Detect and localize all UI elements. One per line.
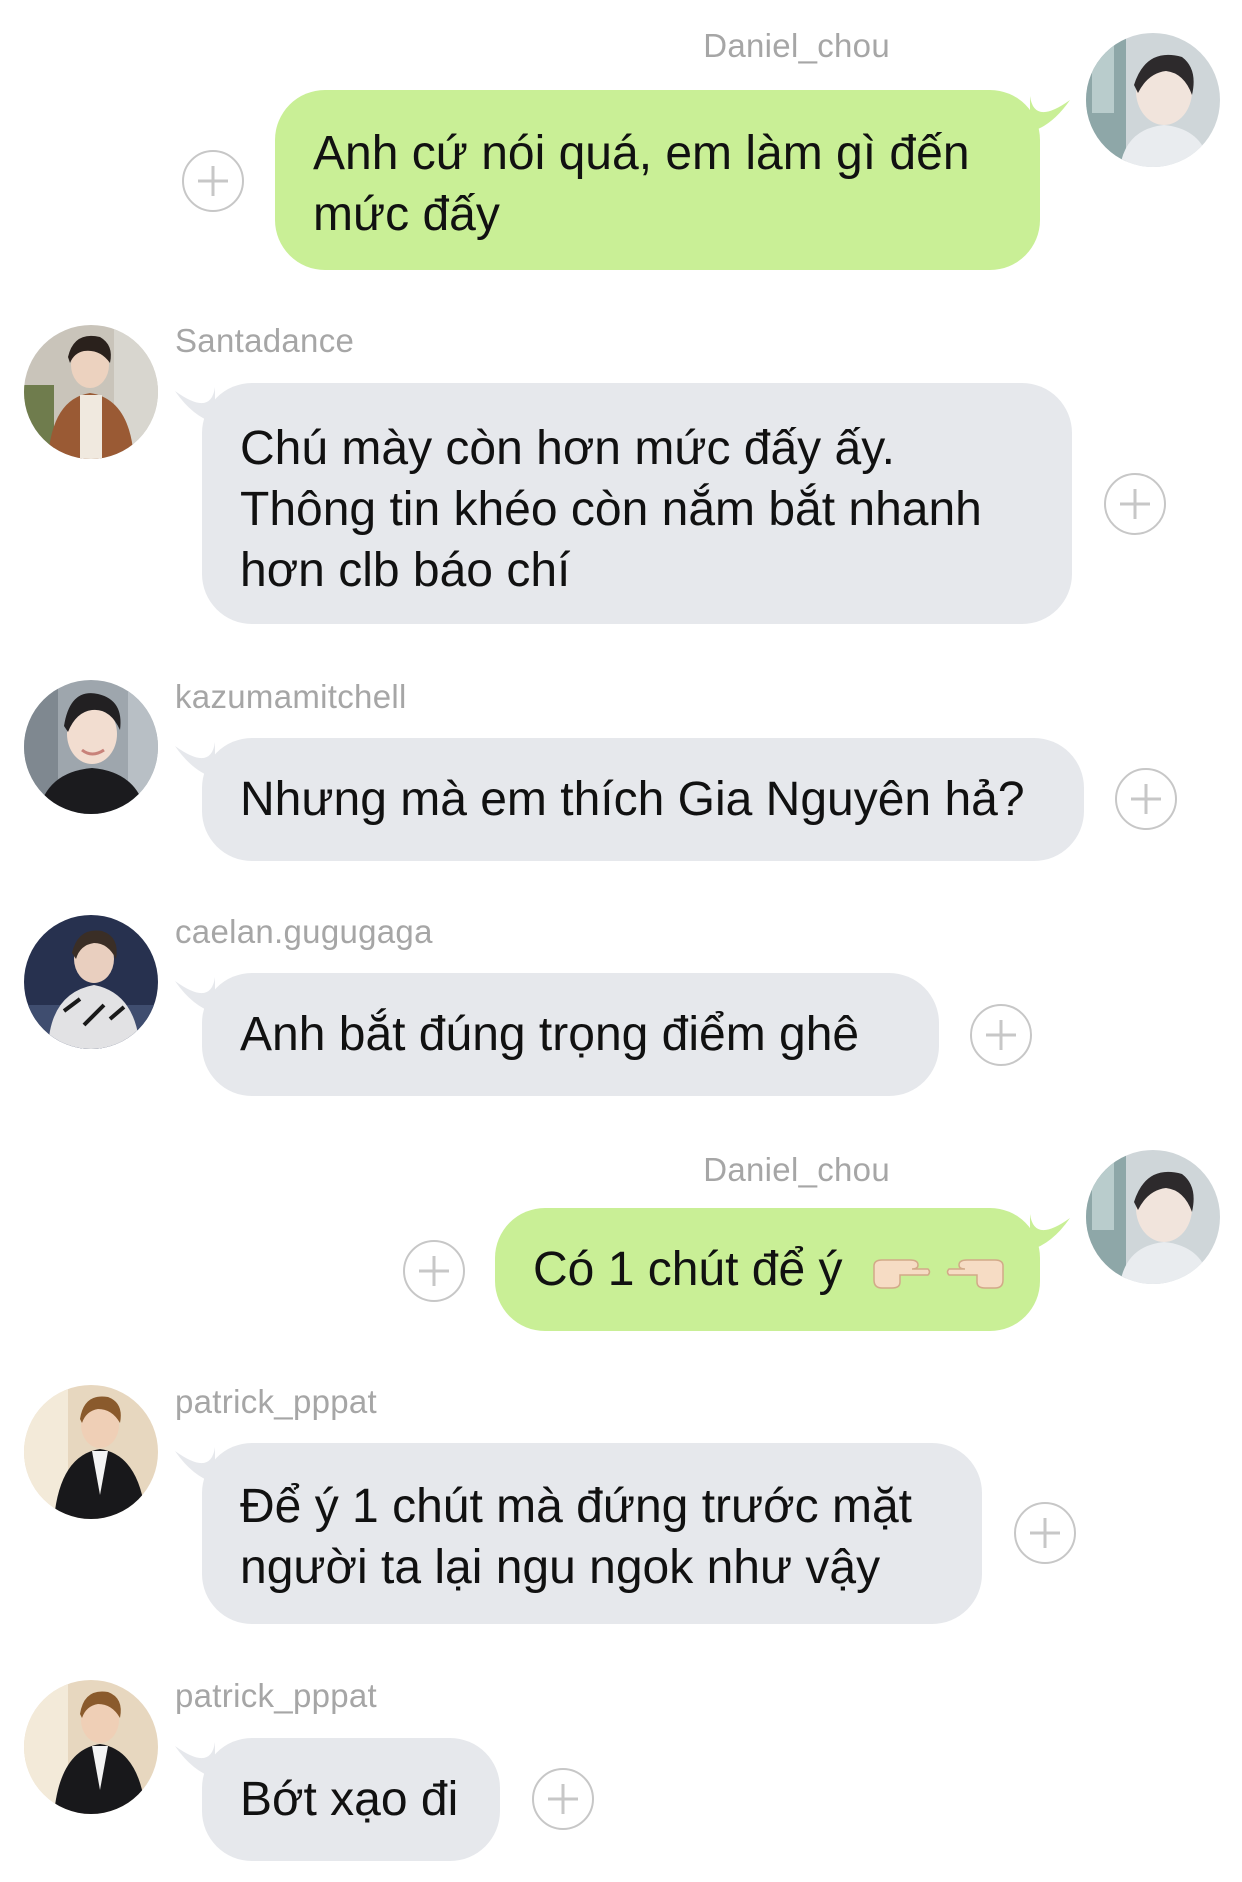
avatar[interactable] <box>24 680 158 814</box>
message-bubble[interactable]: Bớt xạo đi <box>202 1738 500 1861</box>
message-line: Bớt xạo đi <box>240 1773 459 1826</box>
avatar-photo-kazuma <box>24 680 158 814</box>
sender-name: caelan.gugugaga <box>175 913 433 950</box>
message-bubble[interactable]: Anh cứ nói quá, em làm gì đến mức đấy <box>275 90 1040 270</box>
sender-name: Santadance <box>175 322 355 359</box>
avatar-photo-daniel <box>1086 33 1220 167</box>
message-line: mức đấy <box>313 188 500 241</box>
backhand-index-pointing-left-icon <box>946 1259 1004 1290</box>
avatar[interactable] <box>24 1385 158 1519</box>
message-line: Có 1 chút để ý <box>533 1243 843 1296</box>
avatar-photo-daniel <box>1086 1150 1220 1284</box>
avatar[interactable] <box>24 325 158 459</box>
chat-message-outgoing: Daniel_chou Anh cứ nói quá, em làm gì đế… <box>0 0 1242 270</box>
add-reaction-button[interactable] <box>1104 473 1166 535</box>
avatar[interactable] <box>24 915 158 1049</box>
backhand-index-pointing-right-icon <box>873 1259 931 1290</box>
sender-name: patrick_pppat <box>175 1677 378 1714</box>
sender-name: Daniel_chou <box>703 27 890 64</box>
bubble-tail <box>1030 1214 1070 1250</box>
message-bubble[interactable]: Nhưng mà em thích Gia Nguyên hả? <box>202 738 1084 861</box>
avatar-photo-caelan <box>24 915 158 1049</box>
avatar-photo-santadance <box>24 325 158 459</box>
sender-name: Daniel_chou <box>703 1151 890 1188</box>
message-line: hơn clb báo chí <box>240 544 571 597</box>
sender-name: kazumamitchell <box>175 678 407 715</box>
add-reaction-button[interactable] <box>532 1768 594 1830</box>
message-bubble[interactable]: Anh bắt đúng trọng điểm ghê <box>202 973 939 1096</box>
add-reaction-button[interactable] <box>970 1004 1032 1066</box>
sender-name: patrick_pppat <box>175 1383 378 1420</box>
avatar[interactable] <box>1086 1150 1220 1284</box>
message-line: Để ý 1 chút mà đứng trước mặt <box>240 1480 912 1533</box>
message-line: Nhưng mà em thích Gia Nguyên hả? <box>240 773 1025 826</box>
message-line: Thông tin khéo còn nắm bắt nhanh <box>240 483 982 536</box>
message-line: Anh bắt đúng trọng điểm ghê <box>240 1008 860 1061</box>
add-reaction-button[interactable] <box>1115 768 1177 830</box>
message-line: người ta lại ngu ngok như vậy <box>240 1541 881 1594</box>
avatar-photo-patrick <box>24 1385 158 1519</box>
add-reaction-button[interactable] <box>182 150 244 212</box>
add-reaction-button[interactable] <box>1014 1502 1076 1564</box>
add-reaction-button[interactable] <box>403 1240 465 1302</box>
message-line: Anh cứ nói quá, em làm gì đến <box>313 127 970 180</box>
message-bubble[interactable]: Có 1 chút để ý <box>495 1208 1040 1331</box>
bubble-tail <box>1030 96 1070 132</box>
avatar[interactable] <box>24 1680 158 1814</box>
avatar-photo-patrick <box>24 1680 158 1814</box>
avatar[interactable] <box>1086 33 1220 167</box>
message-bubble[interactable]: Chú mày còn hơn mức đấy ấy. Thông tin kh… <box>202 383 1072 624</box>
message-line: Chú mày còn hơn mức đấy ấy. <box>240 422 895 475</box>
message-bubble[interactable]: Để ý 1 chút mà đứng trước mặt người ta l… <box>202 1443 982 1624</box>
